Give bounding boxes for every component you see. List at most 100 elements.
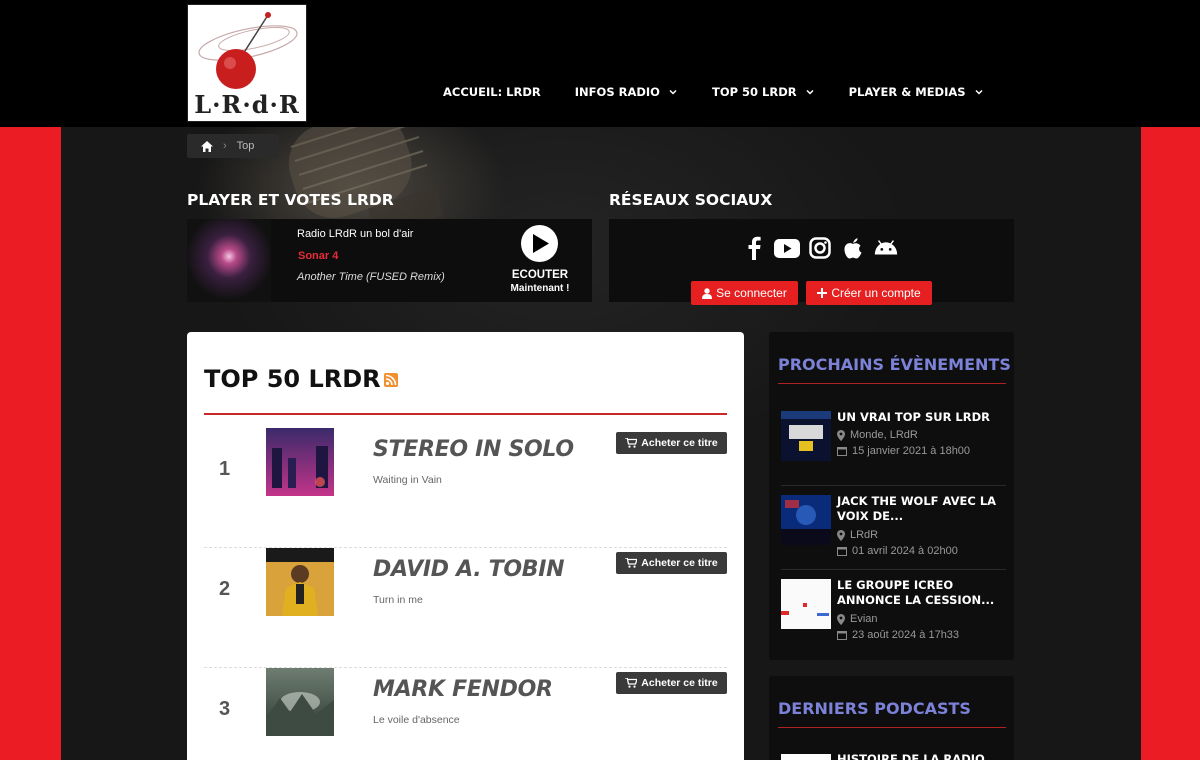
- event-date: 15 janvier 2021 à 18h00: [837, 445, 970, 457]
- track-artist[interactable]: MARK FENDOR: [373, 677, 553, 702]
- track-row: 1 STEREO IN SOLO Waiting in Vain Acheter…: [204, 428, 727, 548]
- map-pin-icon: [837, 613, 845, 625]
- listen-sub: Maintenant !: [510, 283, 570, 294]
- top50-title: TOP 50 LRDR: [204, 365, 381, 393]
- nav-player-medias[interactable]: PLAYER & MEDIAS: [849, 85, 984, 99]
- register-button[interactable]: Créer un compte: [806, 281, 932, 305]
- event-thumbnail: [781, 411, 831, 461]
- nav-top50[interactable]: TOP 50 LRDR: [712, 85, 815, 99]
- apple-icon[interactable]: [840, 235, 866, 261]
- event-date-text: 15 janvier 2021 à 18h00: [852, 445, 971, 457]
- album-cover[interactable]: [266, 668, 334, 736]
- cart-icon: [625, 678, 638, 688]
- nav-label: INFOS RADIO: [574, 85, 660, 99]
- instagram-icon[interactable]: [807, 235, 833, 261]
- login-label: Se connecter: [716, 286, 787, 300]
- album-cover[interactable]: [266, 428, 334, 496]
- album-cover[interactable]: [266, 548, 334, 616]
- event-date-text: 01 avril 2024 à 02h00: [852, 545, 958, 557]
- event-title[interactable]: LE GROUPE ICREO ANNONCE LA CESSION...: [837, 578, 1007, 608]
- podcasts-panel: DERNIERS PODCASTS HISTOIRE DE LA RADIO: [769, 676, 1014, 760]
- calendar-icon: [837, 447, 847, 456]
- calendar-icon: [837, 547, 847, 556]
- event-title[interactable]: UN VRAI TOP SUR LRDR: [837, 410, 1007, 425]
- nav-label: TOP 50 LRDR: [711, 85, 797, 99]
- event-thumbnail: [781, 495, 831, 545]
- event-title[interactable]: JACK THE WOLF AVEC LA VOIX DE...: [837, 494, 1007, 524]
- event-separator: [781, 569, 1006, 570]
- events-panel: PROCHAINS ÉVÈNEMENTS UN VRAI TOP SUR LRD…: [769, 332, 1014, 660]
- track-rank: 3: [219, 698, 231, 720]
- social-section-title: RÉSEAUX SOCIAUX: [609, 191, 773, 209]
- nav-label: PLAYER & MEDIAS: [848, 85, 966, 99]
- breadcrumb: › Top: [187, 134, 279, 158]
- play-button[interactable]: [521, 225, 558, 262]
- cart-icon: [625, 438, 638, 448]
- events-title: PROCHAINS ÉVÈNEMENTS: [778, 355, 1011, 374]
- track-title: Waiting in Vain: [373, 474, 442, 486]
- title-divider: [204, 413, 727, 415]
- player-section-title: PLAYER ET VOTES LRDR: [187, 191, 394, 209]
- event-separator: [781, 485, 1006, 486]
- radio-player: Radio LRdR un bol d'air Sonar 4 Another …: [187, 219, 592, 302]
- chevron-down-icon: [669, 89, 677, 95]
- register-label: Créer un compte: [831, 286, 921, 300]
- main-content: › Top PLAYER ET VOTES LRDR RÉSEAUX SOCIA…: [61, 127, 1141, 760]
- calendar-icon: [837, 631, 847, 640]
- events-divider: [778, 383, 1006, 384]
- buy-track-button[interactable]: Acheter ce titre: [616, 552, 727, 574]
- event-date: 01 avril 2024 à 02h00: [837, 545, 958, 557]
- listen-now-label[interactable]: ECOUTER Maintenant !: [503, 269, 577, 295]
- chevron-right-icon: ›: [223, 140, 227, 152]
- event-location-text: Monde, LRdR: [850, 429, 918, 441]
- now-playing-artist: Sonar 4: [298, 250, 339, 262]
- buy-label: Acheter ce titre: [641, 677, 718, 689]
- now-playing-track: Another Time (FUSED Remix): [297, 271, 445, 283]
- home-icon[interactable]: [201, 140, 213, 152]
- android-icon[interactable]: [873, 235, 899, 261]
- play-icon: [533, 234, 549, 253]
- event-location-text: LRdR: [850, 529, 879, 541]
- track-rank: 2: [219, 578, 231, 600]
- track-rank: 1: [219, 458, 231, 480]
- radio-name: Radio LRdR un bol d'air: [297, 228, 414, 240]
- breadcrumb-current[interactable]: Top: [237, 140, 255, 152]
- buy-label: Acheter ce titre: [641, 557, 718, 569]
- podcast-thumbnail[interactable]: [781, 754, 831, 760]
- facebook-icon[interactable]: [741, 235, 767, 261]
- chevron-down-icon: [806, 89, 814, 95]
- track-row: 2 DAVID A. TOBIN Turn in me Acheter ce t…: [204, 548, 727, 668]
- track-artist[interactable]: STEREO IN SOLO: [373, 437, 574, 462]
- event-date-text: 23 août 2024 à 17h33: [852, 629, 960, 641]
- logo-text: L·R·d·R: [194, 90, 300, 119]
- track-title: Turn in me: [373, 594, 423, 606]
- now-playing-cover: [187, 219, 271, 302]
- event-location-text: Evian: [850, 613, 878, 625]
- track-artist[interactable]: DAVID A. TOBIN: [373, 557, 565, 582]
- nav-accueil[interactable]: ACCUEIL: LRDR: [443, 85, 541, 99]
- event-location: Monde, LRdR: [837, 429, 918, 441]
- event-date: 23 août 2024 à 17h33: [837, 629, 959, 641]
- podcast-title[interactable]: HISTOIRE DE LA RADIO: [837, 752, 985, 760]
- site-logo[interactable]: L·R·d·R: [187, 4, 307, 122]
- site-header: L·R·d·R ACCUEIL: LRDR INFOS RADIO TOP 50…: [0, 0, 1200, 127]
- user-icon: [702, 287, 713, 299]
- buy-label: Acheter ce titre: [641, 437, 718, 449]
- event-location: Evian: [837, 613, 878, 625]
- event-thumbnail: [781, 579, 831, 629]
- youtube-icon[interactable]: [774, 235, 800, 261]
- track-row: 3 MARK FENDOR Le voile d'absence Acheter…: [204, 668, 727, 760]
- chevron-down-icon: [975, 89, 983, 95]
- buy-track-button[interactable]: Acheter ce titre: [616, 432, 727, 454]
- buy-track-button[interactable]: Acheter ce titre: [616, 672, 727, 694]
- nav-infos-radio[interactable]: INFOS RADIO: [575, 85, 678, 99]
- cart-icon: [625, 558, 638, 568]
- map-pin-icon: [837, 529, 845, 541]
- podcasts-title: DERNIERS PODCASTS: [778, 699, 971, 718]
- podcasts-divider: [778, 727, 1006, 728]
- rss-icon[interactable]: [384, 373, 398, 387]
- event-item[interactable]: LE GROUPE ICREO ANNONCE LA CESSION... Ev…: [781, 578, 1007, 665]
- map-pin-icon: [837, 429, 845, 441]
- nav-label: ACCUEIL: LRDR: [443, 85, 541, 99]
- login-button[interactable]: Se connecter: [691, 281, 798, 305]
